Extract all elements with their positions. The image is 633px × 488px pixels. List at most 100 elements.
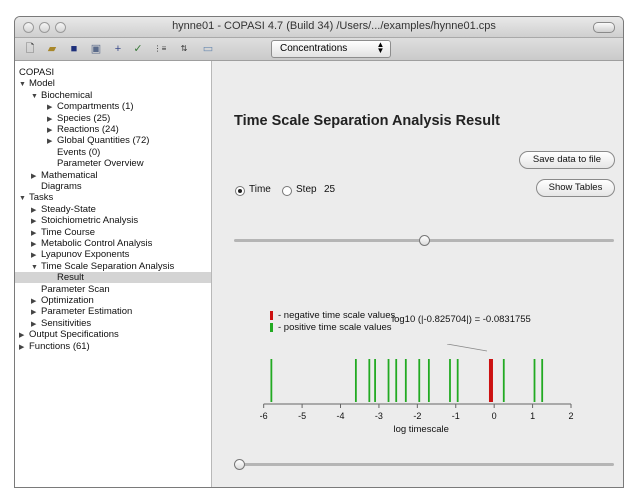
disclosure-collapsed-icon[interactable]: ▶ [31, 307, 41, 318]
tree-item-stoichiometric-analysis[interactable]: ▶ Stoichiometric Analysis [31, 215, 138, 226]
tree-item-label: Mathematical [41, 169, 98, 181]
disclosure-expanded-icon[interactable]: ▼ [19, 193, 29, 204]
tree-item-steady-state[interactable]: ▶ Steady-State [31, 204, 96, 215]
negative-legend-label: - negative time scale values [278, 310, 396, 321]
x-axis-label: log timescale [393, 424, 448, 434]
disclosure-collapsed-icon[interactable]: ▶ [31, 205, 41, 216]
disclosure-collapsed-icon[interactable]: ▶ [47, 114, 57, 125]
tree-item-sensitivities[interactable]: ▶ Sensitivities [31, 318, 91, 329]
check-model-icon[interactable]: ✓ [131, 42, 145, 56]
tree-item-label: Tasks [29, 192, 54, 204]
disclosure-expanded-icon[interactable]: ▼ [19, 79, 29, 90]
step-slider-knob[interactable] [234, 459, 245, 470]
time-radio-label: Time [249, 184, 271, 195]
tree-item-diagrams[interactable]: Diagrams [31, 181, 82, 192]
tree-item-events-0[interactable]: Events (0) [47, 147, 100, 158]
disclosure-collapsed-icon[interactable]: ▶ [31, 319, 41, 330]
minimize-window-icon[interactable] [39, 22, 50, 33]
chevron-up-down-icon: ▲ ▼ [376, 40, 385, 55]
step-slider-track[interactable] [234, 463, 614, 466]
positive-legend-swatch [270, 323, 273, 332]
disclosure-collapsed-icon[interactable]: ▶ [47, 125, 57, 136]
tree-item-metabolic-control-analysis[interactable]: ▶ Metabolic Control Analysis [31, 238, 152, 249]
x-tick-label: -2 [413, 411, 421, 421]
toolbar-toggle-button[interactable] [593, 22, 615, 33]
tree-item-output-specifications[interactable]: ▶ Output Specifications [19, 329, 119, 340]
tree-item-label: Reactions (24) [57, 124, 119, 135]
disclosure-collapsed-icon[interactable]: ▶ [31, 228, 41, 239]
tree-item-label: Parameter Scan [41, 283, 110, 295]
tree-item-label: Model [29, 78, 55, 90]
tree-item-mathematical[interactable]: ▶ Mathematical [31, 170, 98, 181]
disclosure-collapsed-icon[interactable]: ▶ [19, 330, 29, 341]
disclosure-collapsed-icon[interactable]: ▶ [31, 250, 41, 261]
positive-legend-label: - positive time scale values [278, 322, 392, 333]
concentrations-select-value: Concentrations [280, 43, 348, 54]
negative-legend-swatch [270, 311, 273, 320]
save-as-icon[interactable]: ▣ [89, 42, 103, 56]
tree-item-label: Functions (61) [29, 340, 90, 352]
x-tick-label: -6 [260, 411, 268, 421]
tree-item-parameter-overview[interactable]: Parameter Overview [47, 158, 144, 169]
convert-icon[interactable]: ⇅ [177, 42, 191, 56]
x-tick-label: -3 [375, 411, 383, 421]
time-radio[interactable] [235, 186, 245, 196]
tree-item-compartments-1[interactable]: ▶ Compartments (1) [47, 101, 134, 112]
app-window: hynne01 - COPASI 4.7 (Build 34) /Users/.… [14, 16, 624, 488]
tree-item-label: Output Specifications [29, 329, 119, 341]
tree-item-label: Time Course [41, 226, 96, 238]
page-title: Time Scale Separation Analysis Result [234, 113, 500, 129]
disclosure-collapsed-icon[interactable]: ▶ [47, 102, 57, 113]
tree-item-tasks[interactable]: ▼ Tasks [19, 192, 53, 203]
toolbar: 🗋 ▰ ■ ▣ + ✓ ⋮≡ ⇅ ▭ Concentrations ▲ ▼ [15, 38, 623, 61]
open-folder-icon[interactable]: ▰ [45, 42, 59, 56]
tree-item-global-quantities-72[interactable]: ▶ Global Quantities (72) [47, 135, 149, 146]
tree-item-parameter-scan[interactable]: Parameter Scan [31, 284, 110, 295]
tree-item-species-25[interactable]: ▶ Species (25) [47, 113, 110, 124]
close-window-icon[interactable] [23, 22, 34, 33]
disclosure-collapsed-icon[interactable]: ▶ [31, 239, 41, 250]
tree-item-lyapunov-exponents[interactable]: ▶ Lyapunov Exponents [31, 249, 129, 260]
disclosure-expanded-icon[interactable]: ▼ [31, 262, 41, 273]
disclosure-collapsed-icon[interactable]: ▶ [31, 171, 41, 182]
time-slider-knob[interactable] [419, 235, 430, 246]
disclosure-collapsed-icon[interactable]: ▶ [31, 216, 41, 227]
tree-item-copasi[interactable]: COPASI [19, 67, 54, 78]
tree-item-label: Compartments (1) [57, 101, 134, 113]
save-icon[interactable]: ■ [67, 42, 81, 56]
list-icon[interactable]: ▭ [201, 42, 215, 56]
x-tick-label: -4 [337, 411, 345, 421]
show-tables-button[interactable]: Show Tables [536, 179, 615, 197]
tree-item-functions-61[interactable]: ▶ Functions (61) [19, 341, 90, 352]
model-tree: COPASI ▼ Model ▼ Biochemical ▶ Compartments (1… [15, 61, 212, 487]
tree-item-optimization[interactable]: ▶ Optimization [31, 295, 94, 306]
new-document-icon[interactable]: 🗋 [23, 42, 37, 56]
tree-item-parameter-estimation[interactable]: ▶ Parameter Estimation [31, 306, 132, 317]
disclosure-collapsed-icon[interactable]: ▶ [47, 136, 57, 147]
tree-item-label: Time Scale Separation Analysis [41, 260, 175, 272]
tree-item-time-scale-separation-analysis[interactable]: ▼ Time Scale Separation Analysis [31, 261, 174, 272]
save-data-button[interactable]: Save data to file [519, 151, 615, 169]
tree-item-reactions-24[interactable]: ▶ Reactions (24) [47, 124, 119, 135]
readout-connector-line [446, 344, 488, 352]
tree-item-label: COPASI [19, 67, 55, 78]
step-value: 25 [324, 184, 336, 195]
tree-item-time-course[interactable]: ▶ Time Course [31, 227, 95, 238]
tree-item-result[interactable]: Result [15, 272, 211, 284]
step-radio[interactable] [282, 186, 292, 196]
concentrations-select[interactable]: Concentrations ▲ ▼ [271, 40, 391, 58]
tree-item-label: Parameter Overview [57, 158, 144, 170]
add-icon[interactable]: + [111, 42, 125, 56]
tree-item-biochemical[interactable]: ▼ Biochemical [31, 90, 92, 101]
zoom-window-icon[interactable] [55, 22, 66, 33]
disclosure-collapsed-icon[interactable]: ▶ [19, 342, 29, 353]
x-tick-label: 0 [492, 411, 497, 421]
x-tick-label: -5 [298, 411, 306, 421]
disclosure-expanded-icon[interactable]: ▼ [31, 91, 41, 102]
disclosure-collapsed-icon[interactable]: ▶ [31, 296, 41, 307]
tree-item-label: Parameter Estimation [41, 306, 133, 318]
tree-item-label: Lyapunov Exponents [41, 249, 130, 261]
sliders-icon[interactable]: ⋮≡ [153, 42, 167, 56]
tree-item-model[interactable]: ▼ Model [19, 78, 55, 89]
tree-item-label: Stoichiometric Analysis [41, 215, 139, 227]
